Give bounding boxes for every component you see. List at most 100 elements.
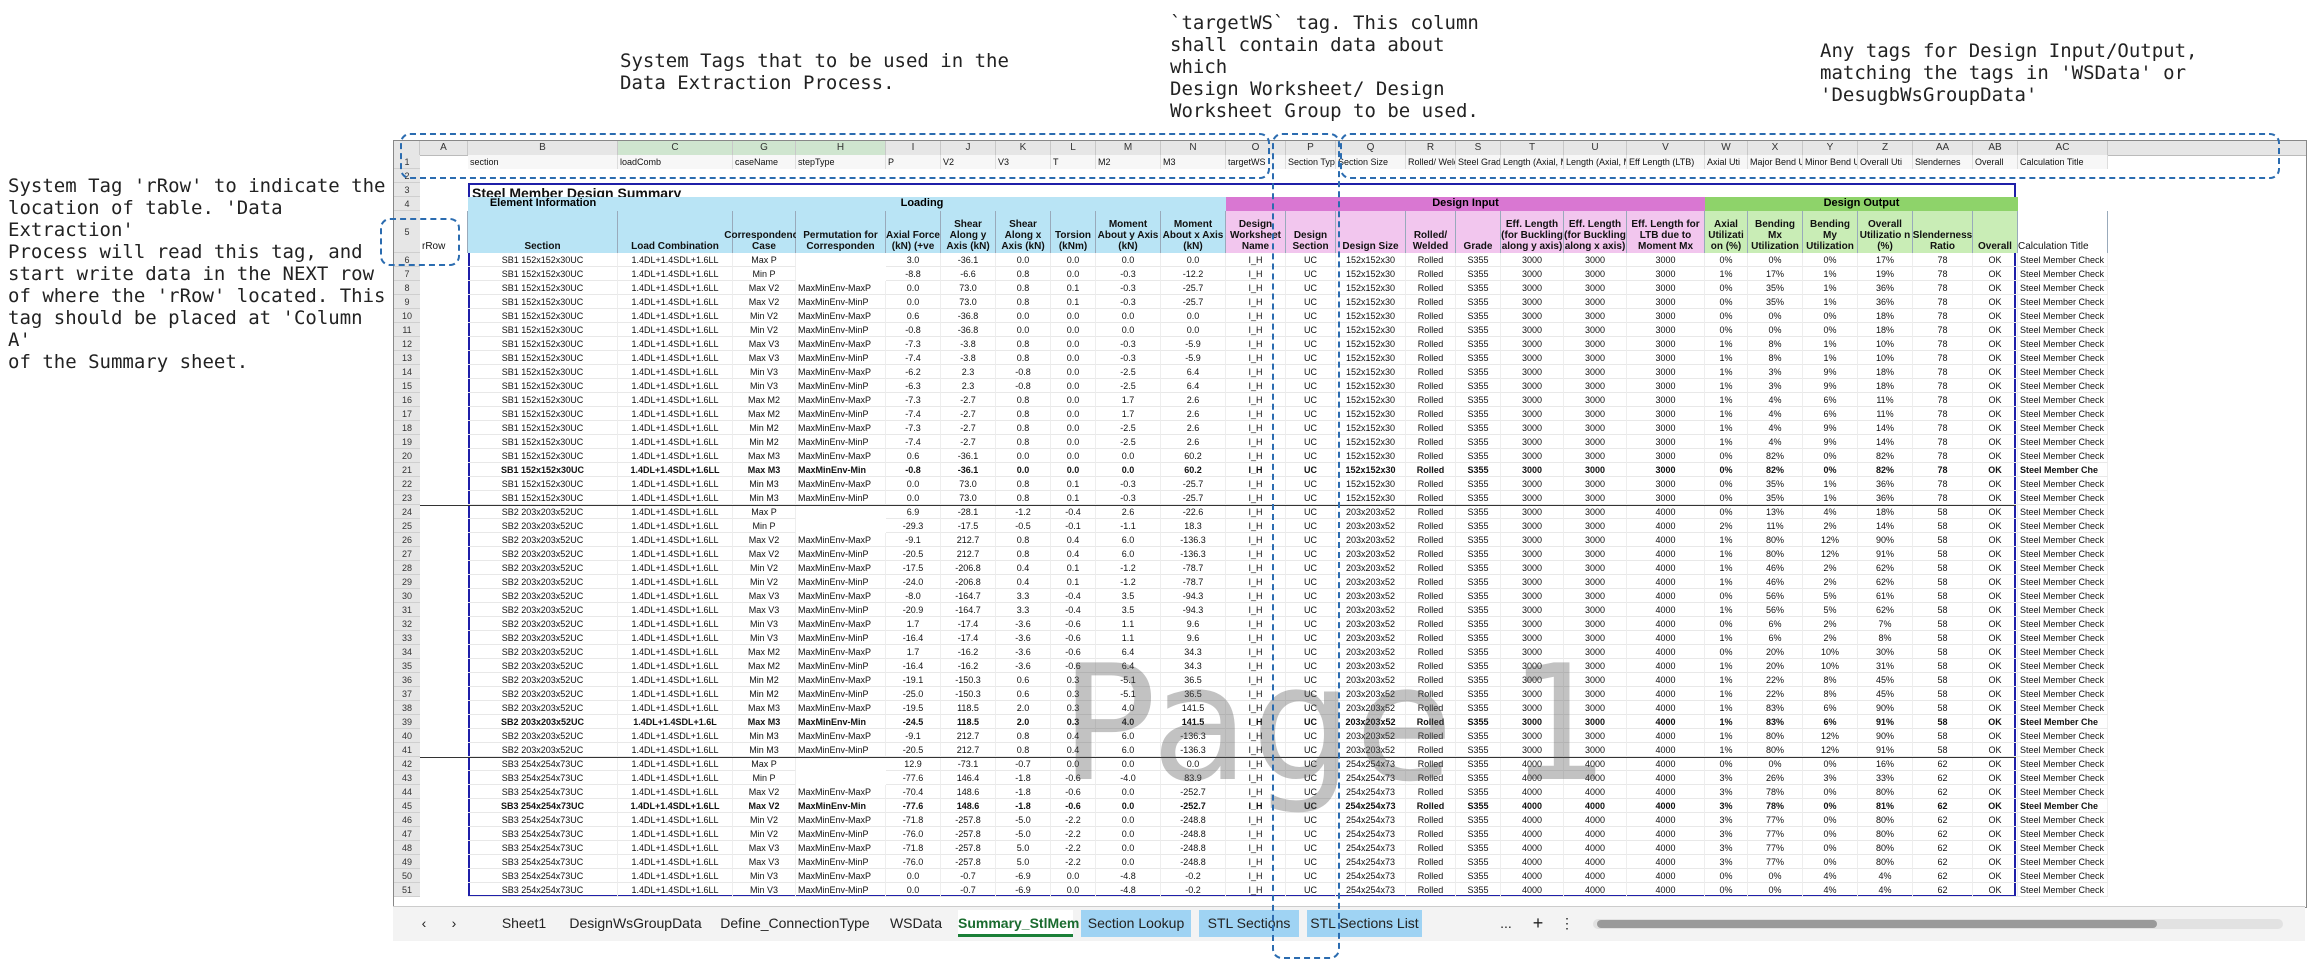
cell-b31[interactable]: SB2 203x203x52UC	[468, 603, 618, 617]
cell-k11[interactable]: 0.0	[996, 323, 1051, 337]
row1-tag-s[interactable]: Steel Grade	[1456, 155, 1501, 169]
cell-r27[interactable]: Rolled	[1406, 547, 1456, 561]
cell-l13[interactable]: 0.0	[1051, 351, 1096, 365]
cell-q27[interactable]: 203x203x52	[1336, 547, 1406, 561]
cell-n10[interactable]: 0.0	[1161, 309, 1226, 323]
cell-ab48[interactable]: OK	[1973, 841, 2018, 855]
cell-r9[interactable]: Rolled	[1406, 295, 1456, 309]
cell-q10[interactable]: 152x152x30	[1336, 309, 1406, 323]
cell-x23[interactable]: 35%	[1748, 491, 1803, 505]
cell-z45[interactable]: 81%	[1858, 799, 1913, 813]
cell-z6[interactable]: 17%	[1858, 253, 1913, 267]
cell-k17[interactable]: 0.8	[996, 407, 1051, 421]
cell-m17[interactable]: 1.7	[1096, 407, 1161, 421]
cell-s11[interactable]: S355	[1456, 323, 1501, 337]
cell-w48[interactable]: 3%	[1705, 841, 1748, 855]
cell-k20[interactable]: 0.0	[996, 449, 1051, 463]
cell-n29[interactable]: -78.7	[1161, 575, 1226, 589]
cell-ab24[interactable]: OK	[1973, 505, 2018, 519]
cell-y24[interactable]: 4%	[1803, 505, 1858, 519]
cell-ac28[interactable]: Steel Member Check	[2018, 561, 2108, 575]
cell-k43[interactable]: -1.8	[996, 771, 1051, 785]
cell-ac42[interactable]: Steel Member Check	[2018, 757, 2108, 771]
cell-w51[interactable]: 0%	[1705, 883, 1748, 897]
cell-g41[interactable]: Min M3	[733, 743, 796, 757]
tab-section-lookup[interactable]: Section Lookup	[1081, 910, 1191, 937]
cell-x12[interactable]: 8%	[1748, 337, 1803, 351]
cell-c21[interactable]: 1.4DL+1.4SDL+1.6LL	[618, 463, 733, 477]
cell-l7[interactable]: 0.0	[1051, 267, 1096, 281]
cell-n47[interactable]: -248.8	[1161, 827, 1226, 841]
cell-v7[interactable]: 3000	[1627, 267, 1705, 281]
cell-i40[interactable]: -9.1	[886, 729, 941, 743]
cell-l18[interactable]: 0.0	[1051, 421, 1096, 435]
cell-l29[interactable]: 0.1	[1051, 575, 1096, 589]
cell-v15[interactable]: 3000	[1627, 379, 1705, 393]
cell-aa12[interactable]: 78	[1913, 337, 1973, 351]
row-header-17[interactable]: 17	[394, 407, 420, 421]
column-header-q[interactable]: Q	[1336, 141, 1406, 155]
cell-s16[interactable]: S355	[1456, 393, 1501, 407]
cell-y42[interactable]: 0%	[1803, 757, 1858, 771]
cell-b28[interactable]: SB2 203x203x52UC	[468, 561, 618, 575]
cell-c27[interactable]: 1.4DL+1.4SDL+1.6LL	[618, 547, 733, 561]
cell-w31[interactable]: 1%	[1705, 603, 1748, 617]
cell-b9[interactable]: SB1 152x152x30UC	[468, 295, 618, 309]
cell-c16[interactable]: 1.4DL+1.4SDL+1.6LL	[618, 393, 733, 407]
cell-b21[interactable]: SB1 152x152x30UC	[468, 463, 618, 477]
cell-h14[interactable]: MaxMinEnv-MaxP	[796, 365, 886, 379]
cell-x44[interactable]: 78%	[1748, 785, 1803, 799]
cell-l20[interactable]: 0.0	[1051, 449, 1096, 463]
cell-b22[interactable]: SB1 152x152x30UC	[468, 477, 618, 491]
row-header-25[interactable]: 25	[394, 519, 420, 533]
cell-h19[interactable]: MaxMinEnv-MinP	[796, 435, 886, 449]
cell-c31[interactable]: 1.4DL+1.4SDL+1.6LL	[618, 603, 733, 617]
cell-l49[interactable]: -2.2	[1051, 855, 1096, 869]
tab-sheet1[interactable]: Sheet1	[493, 910, 555, 937]
row1-tag-y[interactable]: Minor Bend Ut	[1803, 155, 1858, 169]
cell-w38[interactable]: 1%	[1705, 701, 1748, 715]
cell-p16[interactable]: UC	[1286, 393, 1336, 407]
cell-w17[interactable]: 1%	[1705, 407, 1748, 421]
row-header-23[interactable]: 23	[394, 491, 420, 505]
cell-v38[interactable]: 4000	[1627, 701, 1705, 715]
cell-n51[interactable]: -0.2	[1161, 883, 1226, 897]
row1-tag-r[interactable]: Rolled/ Weld	[1406, 155, 1456, 169]
cell-n28[interactable]: -78.7	[1161, 561, 1226, 575]
cell-c12[interactable]: 1.4DL+1.4SDL+1.6LL	[618, 337, 733, 351]
cell-aa30[interactable]: 58	[1913, 589, 1973, 603]
cell-v6[interactable]: 3000	[1627, 253, 1705, 267]
cell-t16[interactable]: 3000	[1501, 393, 1564, 407]
cell-o7[interactable]: I_H	[1226, 267, 1286, 281]
cell-w9[interactable]: 0%	[1705, 295, 1748, 309]
cell-g40[interactable]: Min M3	[733, 729, 796, 743]
cell-l8[interactable]: 0.1	[1051, 281, 1096, 295]
cell-w19[interactable]: 1%	[1705, 435, 1748, 449]
cell-g28[interactable]: Min V2	[733, 561, 796, 575]
cell-j10[interactable]: -36.8	[941, 309, 996, 323]
cell-t48[interactable]: 4000	[1501, 841, 1564, 855]
cell-t20[interactable]: 3000	[1501, 449, 1564, 463]
cell-l50[interactable]: 0.0	[1051, 869, 1096, 883]
cell-x22[interactable]: 35%	[1748, 477, 1803, 491]
cell-ac36[interactable]: Steel Member Check	[2018, 673, 2108, 687]
cell-u8[interactable]: 3000	[1564, 281, 1627, 295]
cell-b7[interactable]: SB1 152x152x30UC	[468, 267, 618, 281]
cell-j46[interactable]: -257.8	[941, 813, 996, 827]
cell-w15[interactable]: 1%	[1705, 379, 1748, 393]
cell-z7[interactable]: 19%	[1858, 267, 1913, 281]
cell-g12[interactable]: Max V3	[733, 337, 796, 351]
cell-ac11[interactable]: Steel Member Check	[2018, 323, 2108, 337]
cell-w37[interactable]: 1%	[1705, 687, 1748, 701]
cell-q25[interactable]: 203x203x52	[1336, 519, 1406, 533]
cell-y23[interactable]: 1%	[1803, 491, 1858, 505]
cell-v34[interactable]: 4000	[1627, 645, 1705, 659]
cell-j12[interactable]: -3.8	[941, 337, 996, 351]
cell-j43[interactable]: 146.4	[941, 771, 996, 785]
cell-aa49[interactable]: 62	[1913, 855, 1973, 869]
column-header-r[interactable]: R	[1406, 141, 1456, 155]
cell-s26[interactable]: S355	[1456, 533, 1501, 547]
row-header-33[interactable]: 33	[394, 631, 420, 645]
cell-g46[interactable]: Min V2	[733, 813, 796, 827]
row1-tag-j[interactable]: V2	[941, 155, 996, 169]
